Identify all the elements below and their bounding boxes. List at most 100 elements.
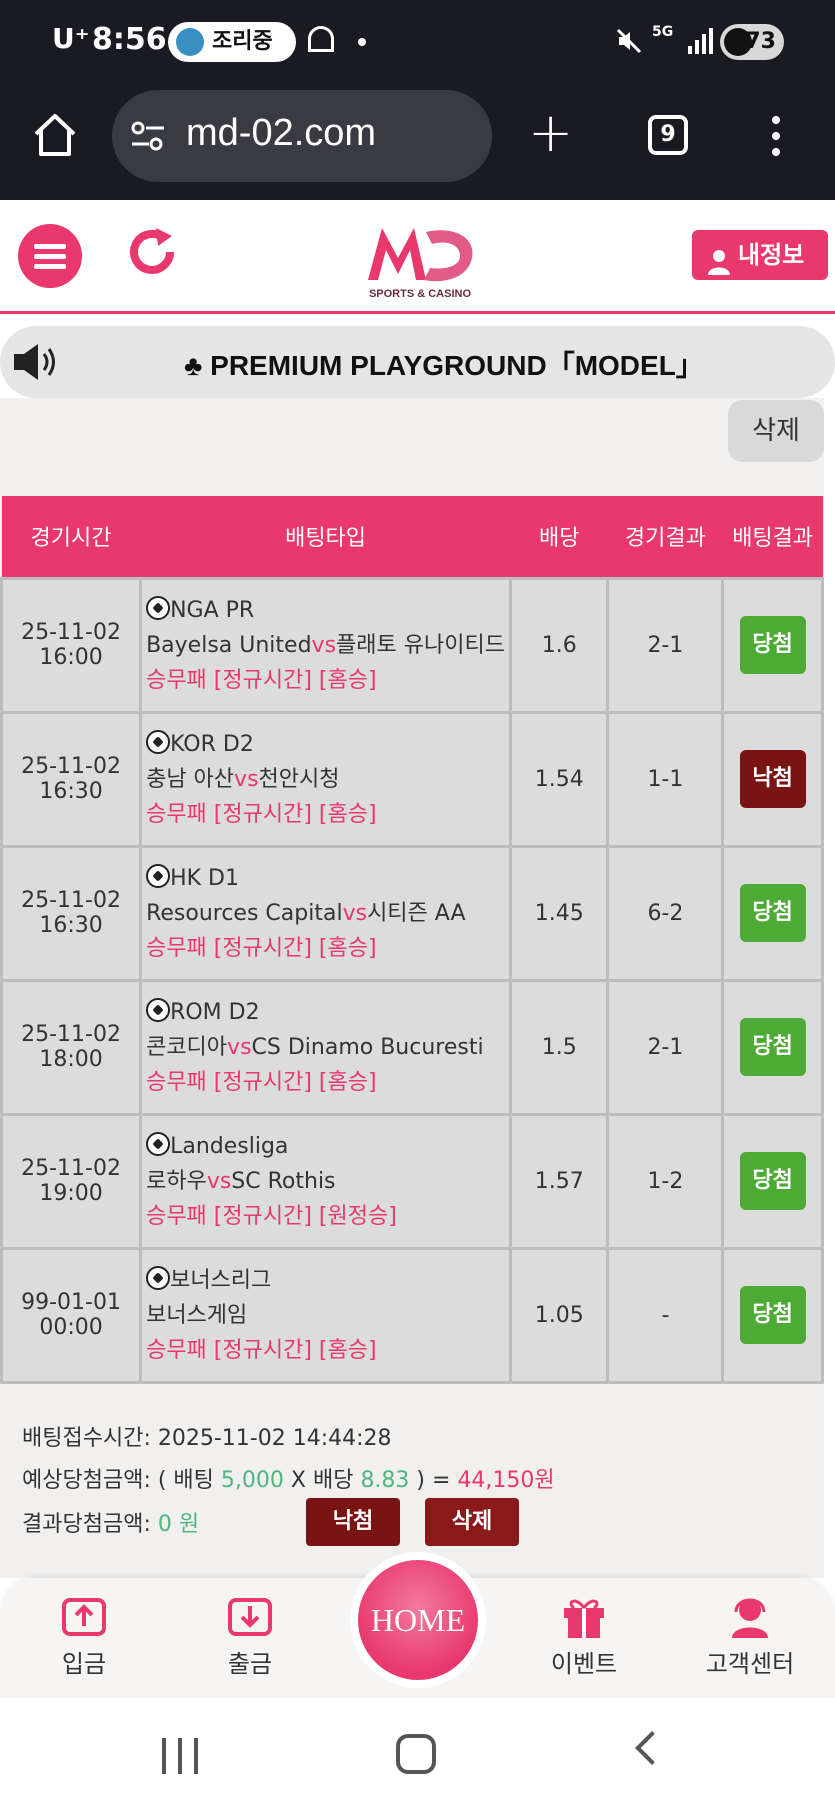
tab-switcher-button[interactable]: 9 (648, 115, 688, 155)
match-time-cell: 25-11-02 18:00 (0, 978, 143, 1116)
score-cell: 1-2 (606, 1112, 725, 1250)
home-label: HOME (358, 1560, 478, 1680)
league-name: HK D1 (170, 865, 239, 891)
nav-support[interactable]: 고객센터 (690, 1592, 810, 1679)
site-logo[interactable]: SPORTS & CASINO (360, 214, 480, 304)
result-cell: 당첨 (721, 978, 824, 1116)
odds-cell: 1.45 (509, 844, 610, 982)
delete-button-top[interactable]: 삭제 (728, 400, 824, 462)
accept-time-label: 배팅접수시간: (22, 1426, 151, 1451)
home-team: Bayelsa United (146, 632, 312, 658)
bet-type: 승무패 [정규시간] [홈승] (146, 935, 377, 961)
match-teams: 로하우vsSC Rothis (146, 1164, 507, 1199)
refresh-icon[interactable] (124, 224, 180, 280)
match-time-cell: 25-11-02 16:30 (0, 710, 143, 848)
away-team: 시티즌 AA (367, 900, 466, 926)
bet-info-cell: ROM D2 콘코디아vsCS Dinamo Bucuresti 승무패 [정규… (139, 978, 513, 1116)
home-button[interactable]: HOME (350, 1552, 486, 1688)
expected-label: 예상당첨금액: ( 배팅 (22, 1468, 214, 1493)
accept-time-line: 배팅접수시간: 2025-11-02 14:44:28 (22, 1420, 392, 1452)
bet-info-cell: HK D1 Resources Capitalvs시티즌 AA 승무패 [정규시… (139, 844, 513, 982)
more-menu-icon[interactable] (770, 116, 782, 160)
battery-icon: 73 (720, 24, 784, 60)
recents-icon[interactable] (162, 1738, 202, 1774)
match-time: 16:30 (39, 779, 103, 804)
result-badge: 당첨 (739, 616, 806, 674)
match-date: 25-11-02 (21, 888, 121, 913)
vs-label: vs (234, 766, 259, 792)
table-row: 25-11-02 16:30 HK D1 Resources Capitalvs시… (0, 844, 824, 982)
back-icon[interactable] (635, 1731, 669, 1765)
new-tab-icon[interactable]: + (528, 106, 573, 160)
app-icon (176, 28, 204, 56)
match-date: 25-11-02 (21, 754, 121, 779)
gift-icon (560, 1592, 608, 1640)
activity-label: 조리중 (212, 29, 273, 54)
home-team: 콘코디아 (146, 1034, 228, 1060)
nav-event[interactable]: 이벤트 (524, 1592, 644, 1679)
result-badge: 당첨 (739, 1018, 806, 1076)
score-cell: 2-1 (606, 978, 725, 1116)
total-odds: 8.83 (360, 1468, 410, 1493)
system-home-icon[interactable] (396, 1734, 436, 1774)
delete-button[interactable]: 삭제 (425, 1498, 519, 1546)
result-cell: 당첨 (721, 844, 824, 982)
result-badge: 당첨 (739, 1152, 806, 1210)
accept-time-value: 2025-11-02 14:44:28 (157, 1426, 392, 1451)
home-team: 로하우 (146, 1168, 207, 1194)
result-payout-line: 결과당첨금액: 0 원 (22, 1506, 199, 1538)
hotspot-icon (308, 26, 334, 52)
bet-info-cell: KOR D2 충남 아산vs천안시청 승무패 [정규시간] [홈승] (139, 710, 513, 848)
header-odds: 배당 (510, 496, 608, 578)
expected-payout-line: 예상당첨금액: ( 배팅 5,000 X 배당 8.83 ) = 44,150원 (22, 1462, 555, 1494)
nav-withdraw[interactable]: 출금 (190, 1592, 310, 1679)
header-match-time: 경기시간 (1, 496, 141, 578)
match-time: 16:30 (39, 913, 103, 938)
soccer-ball-icon (146, 997, 171, 1022)
address-bar[interactable]: md-02.com (112, 90, 492, 182)
signal-icon (688, 28, 713, 54)
my-info-button[interactable]: 내정보 (692, 230, 828, 280)
match-time: 00:00 (39, 1315, 103, 1340)
system-navigation-bar (0, 1698, 835, 1809)
match-date: 25-11-02 (21, 1156, 121, 1181)
away-team: SC Rothis (231, 1168, 336, 1194)
table-row: 99-01-01 00:00 보너스리그 보너스게임 승무패 [정규시간] [홈승… (0, 1246, 824, 1384)
score-cell: 2-1 (606, 576, 725, 714)
table-row: 25-11-02 18:00 ROM D2 콘코디아vsCS Dinamo Buc… (0, 978, 824, 1116)
browser-home-icon[interactable] (30, 110, 80, 160)
withdraw-label: 출금 (227, 1650, 273, 1678)
match-time-cell: 25-11-02 19:00 (0, 1112, 143, 1250)
odds-cell: 1.57 (509, 1112, 610, 1250)
league-name: NGA PR (170, 597, 255, 623)
result-cell: 당첨 (721, 1246, 824, 1384)
result-payout-amount: 0 (157, 1512, 172, 1537)
bet-table: 경기시간 배팅타입 배당 경기결과 배팅결과 25-11-02 16:00 NGA… (0, 496, 824, 1384)
result-badge: 당첨 (739, 1286, 806, 1344)
league-name: Landesliga (170, 1133, 289, 1159)
bet-type: 승무패 [정규시간] [홈승] (146, 801, 377, 827)
activity-pill: 조리중 (168, 22, 296, 62)
bet-info-cell: NGA PR Bayelsa Unitedvs플래토 유나이티드 승무패 [정규… (139, 576, 513, 714)
odds-cell: 1.5 (509, 978, 610, 1116)
vs-label: vs (311, 632, 337, 658)
score-cell: 1-1 (606, 710, 725, 848)
site-settings-icon[interactable] (130, 120, 166, 152)
away-team: 천안시청 (258, 766, 340, 792)
match-date: 25-11-02 (21, 1022, 121, 1047)
my-info-label: 내정보 (738, 241, 805, 269)
result-payout-unit: 원 (178, 1512, 200, 1537)
url-text[interactable]: md-02.com (186, 112, 376, 155)
bet-info-cell: Landesliga 로하우vsSC Rothis 승무패 [정규시간] [원정… (139, 1112, 513, 1250)
lost-button[interactable]: 낙첨 (306, 1498, 400, 1546)
score-cell: 6-2 (606, 844, 725, 982)
away-team: CS Dinamo Bucuresti (251, 1034, 484, 1060)
equals-label: ) = (416, 1468, 451, 1493)
site-header: SPORTS & CASINO 내정보 (0, 200, 835, 314)
nav-deposit[interactable]: 입금 (24, 1592, 144, 1679)
match-teams: Resources Capitalvs시티즌 AA (146, 896, 507, 931)
result-cell: 낙첨 (721, 710, 824, 848)
table-header-row: 경기시간 배팅타입 배당 경기결과 배팅결과 (1, 496, 823, 578)
soccer-ball-icon (146, 595, 171, 620)
menu-icon[interactable] (18, 224, 82, 288)
